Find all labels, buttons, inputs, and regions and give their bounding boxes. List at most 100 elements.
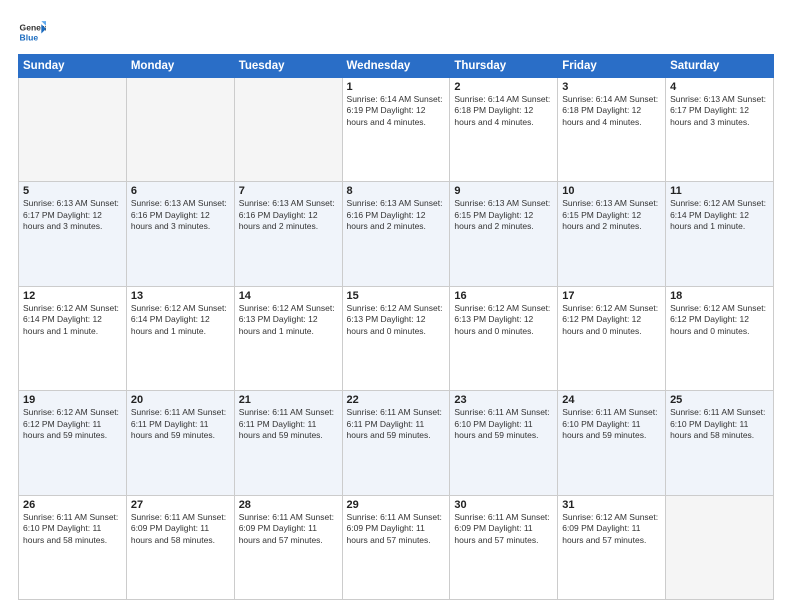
day-info: Sunrise: 6:13 AM Sunset: 6:17 PM Dayligh…	[670, 94, 769, 128]
day-cell: 22Sunrise: 6:11 AM Sunset: 6:11 PM Dayli…	[342, 391, 450, 495]
week-row-4: 19Sunrise: 6:12 AM Sunset: 6:12 PM Dayli…	[19, 391, 774, 495]
day-info: Sunrise: 6:12 AM Sunset: 6:13 PM Dayligh…	[347, 303, 446, 337]
day-number: 12	[23, 290, 122, 302]
day-info: Sunrise: 6:11 AM Sunset: 6:10 PM Dayligh…	[23, 512, 122, 546]
day-cell: 24Sunrise: 6:11 AM Sunset: 6:10 PM Dayli…	[558, 391, 666, 495]
day-number: 31	[562, 499, 661, 511]
day-info: Sunrise: 6:13 AM Sunset: 6:16 PM Dayligh…	[347, 198, 446, 232]
day-info: Sunrise: 6:11 AM Sunset: 6:11 PM Dayligh…	[239, 407, 338, 441]
week-row-5: 26Sunrise: 6:11 AM Sunset: 6:10 PM Dayli…	[19, 495, 774, 599]
day-cell: 30Sunrise: 6:11 AM Sunset: 6:09 PM Dayli…	[450, 495, 558, 599]
day-number: 18	[670, 290, 769, 302]
day-info: Sunrise: 6:13 AM Sunset: 6:16 PM Dayligh…	[131, 198, 230, 232]
day-info: Sunrise: 6:13 AM Sunset: 6:16 PM Dayligh…	[239, 198, 338, 232]
day-info: Sunrise: 6:11 AM Sunset: 6:10 PM Dayligh…	[562, 407, 661, 441]
day-number: 27	[131, 499, 230, 511]
day-cell	[126, 78, 234, 182]
day-info: Sunrise: 6:11 AM Sunset: 6:11 PM Dayligh…	[131, 407, 230, 441]
day-info: Sunrise: 6:14 AM Sunset: 6:18 PM Dayligh…	[454, 94, 553, 128]
day-info: Sunrise: 6:14 AM Sunset: 6:18 PM Dayligh…	[562, 94, 661, 128]
day-number: 6	[131, 185, 230, 197]
day-number: 19	[23, 394, 122, 406]
day-cell: 3Sunrise: 6:14 AM Sunset: 6:18 PM Daylig…	[558, 78, 666, 182]
day-number: 4	[670, 81, 769, 93]
week-row-1: 1Sunrise: 6:14 AM Sunset: 6:19 PM Daylig…	[19, 78, 774, 182]
day-number: 1	[347, 81, 446, 93]
day-info: Sunrise: 6:12 AM Sunset: 6:12 PM Dayligh…	[562, 303, 661, 337]
day-cell: 13Sunrise: 6:12 AM Sunset: 6:14 PM Dayli…	[126, 286, 234, 390]
day-number: 15	[347, 290, 446, 302]
day-cell: 1Sunrise: 6:14 AM Sunset: 6:19 PM Daylig…	[342, 78, 450, 182]
day-number: 28	[239, 499, 338, 511]
day-info: Sunrise: 6:12 AM Sunset: 6:14 PM Dayligh…	[670, 198, 769, 232]
day-number: 8	[347, 185, 446, 197]
day-cell: 4Sunrise: 6:13 AM Sunset: 6:17 PM Daylig…	[666, 78, 774, 182]
day-number: 5	[23, 185, 122, 197]
day-cell: 15Sunrise: 6:12 AM Sunset: 6:13 PM Dayli…	[342, 286, 450, 390]
day-number: 22	[347, 394, 446, 406]
svg-text:Blue: Blue	[20, 33, 39, 43]
day-info: Sunrise: 6:12 AM Sunset: 6:14 PM Dayligh…	[23, 303, 122, 337]
day-cell: 29Sunrise: 6:11 AM Sunset: 6:09 PM Dayli…	[342, 495, 450, 599]
day-cell: 23Sunrise: 6:11 AM Sunset: 6:10 PM Dayli…	[450, 391, 558, 495]
day-info: Sunrise: 6:11 AM Sunset: 6:10 PM Dayligh…	[670, 407, 769, 441]
weekday-thursday: Thursday	[450, 55, 558, 78]
week-row-2: 5Sunrise: 6:13 AM Sunset: 6:17 PM Daylig…	[19, 182, 774, 286]
day-cell: 27Sunrise: 6:11 AM Sunset: 6:09 PM Dayli…	[126, 495, 234, 599]
header: General Blue	[18, 18, 774, 46]
day-cell: 7Sunrise: 6:13 AM Sunset: 6:16 PM Daylig…	[234, 182, 342, 286]
weekday-tuesday: Tuesday	[234, 55, 342, 78]
day-cell: 6Sunrise: 6:13 AM Sunset: 6:16 PM Daylig…	[126, 182, 234, 286]
day-info: Sunrise: 6:13 AM Sunset: 6:15 PM Dayligh…	[454, 198, 553, 232]
day-cell: 19Sunrise: 6:12 AM Sunset: 6:12 PM Dayli…	[19, 391, 127, 495]
day-number: 21	[239, 394, 338, 406]
day-number: 25	[670, 394, 769, 406]
logo-icon: General Blue	[18, 18, 46, 46]
day-info: Sunrise: 6:12 AM Sunset: 6:09 PM Dayligh…	[562, 512, 661, 546]
day-cell: 14Sunrise: 6:12 AM Sunset: 6:13 PM Dayli…	[234, 286, 342, 390]
weekday-wednesday: Wednesday	[342, 55, 450, 78]
day-cell: 17Sunrise: 6:12 AM Sunset: 6:12 PM Dayli…	[558, 286, 666, 390]
day-number: 14	[239, 290, 338, 302]
weekday-sunday: Sunday	[19, 55, 127, 78]
day-info: Sunrise: 6:12 AM Sunset: 6:13 PM Dayligh…	[239, 303, 338, 337]
day-number: 29	[347, 499, 446, 511]
weekday-header-row: SundayMondayTuesdayWednesdayThursdayFrid…	[19, 55, 774, 78]
day-number: 3	[562, 81, 661, 93]
day-number: 9	[454, 185, 553, 197]
day-info: Sunrise: 6:11 AM Sunset: 6:09 PM Dayligh…	[347, 512, 446, 546]
day-number: 13	[131, 290, 230, 302]
day-cell: 21Sunrise: 6:11 AM Sunset: 6:11 PM Dayli…	[234, 391, 342, 495]
day-number: 30	[454, 499, 553, 511]
day-number: 10	[562, 185, 661, 197]
logo: General Blue	[18, 18, 50, 46]
day-info: Sunrise: 6:12 AM Sunset: 6:13 PM Dayligh…	[454, 303, 553, 337]
day-info: Sunrise: 6:12 AM Sunset: 6:12 PM Dayligh…	[670, 303, 769, 337]
weekday-monday: Monday	[126, 55, 234, 78]
day-number: 24	[562, 394, 661, 406]
day-number: 17	[562, 290, 661, 302]
day-info: Sunrise: 6:14 AM Sunset: 6:19 PM Dayligh…	[347, 94, 446, 128]
day-cell: 10Sunrise: 6:13 AM Sunset: 6:15 PM Dayli…	[558, 182, 666, 286]
week-row-3: 12Sunrise: 6:12 AM Sunset: 6:14 PM Dayli…	[19, 286, 774, 390]
day-info: Sunrise: 6:11 AM Sunset: 6:10 PM Dayligh…	[454, 407, 553, 441]
day-number: 20	[131, 394, 230, 406]
day-cell: 2Sunrise: 6:14 AM Sunset: 6:18 PM Daylig…	[450, 78, 558, 182]
day-cell: 26Sunrise: 6:11 AM Sunset: 6:10 PM Dayli…	[19, 495, 127, 599]
day-info: Sunrise: 6:13 AM Sunset: 6:17 PM Dayligh…	[23, 198, 122, 232]
day-cell: 11Sunrise: 6:12 AM Sunset: 6:14 PM Dayli…	[666, 182, 774, 286]
day-info: Sunrise: 6:11 AM Sunset: 6:11 PM Dayligh…	[347, 407, 446, 441]
day-number: 26	[23, 499, 122, 511]
day-cell: 12Sunrise: 6:12 AM Sunset: 6:14 PM Dayli…	[19, 286, 127, 390]
day-number: 16	[454, 290, 553, 302]
day-number: 7	[239, 185, 338, 197]
weekday-saturday: Saturday	[666, 55, 774, 78]
day-number: 11	[670, 185, 769, 197]
calendar: SundayMondayTuesdayWednesdayThursdayFrid…	[18, 54, 774, 600]
day-info: Sunrise: 6:11 AM Sunset: 6:09 PM Dayligh…	[239, 512, 338, 546]
day-cell: 28Sunrise: 6:11 AM Sunset: 6:09 PM Dayli…	[234, 495, 342, 599]
day-cell: 31Sunrise: 6:12 AM Sunset: 6:09 PM Dayli…	[558, 495, 666, 599]
day-info: Sunrise: 6:11 AM Sunset: 6:09 PM Dayligh…	[131, 512, 230, 546]
day-info: Sunrise: 6:11 AM Sunset: 6:09 PM Dayligh…	[454, 512, 553, 546]
weekday-friday: Friday	[558, 55, 666, 78]
